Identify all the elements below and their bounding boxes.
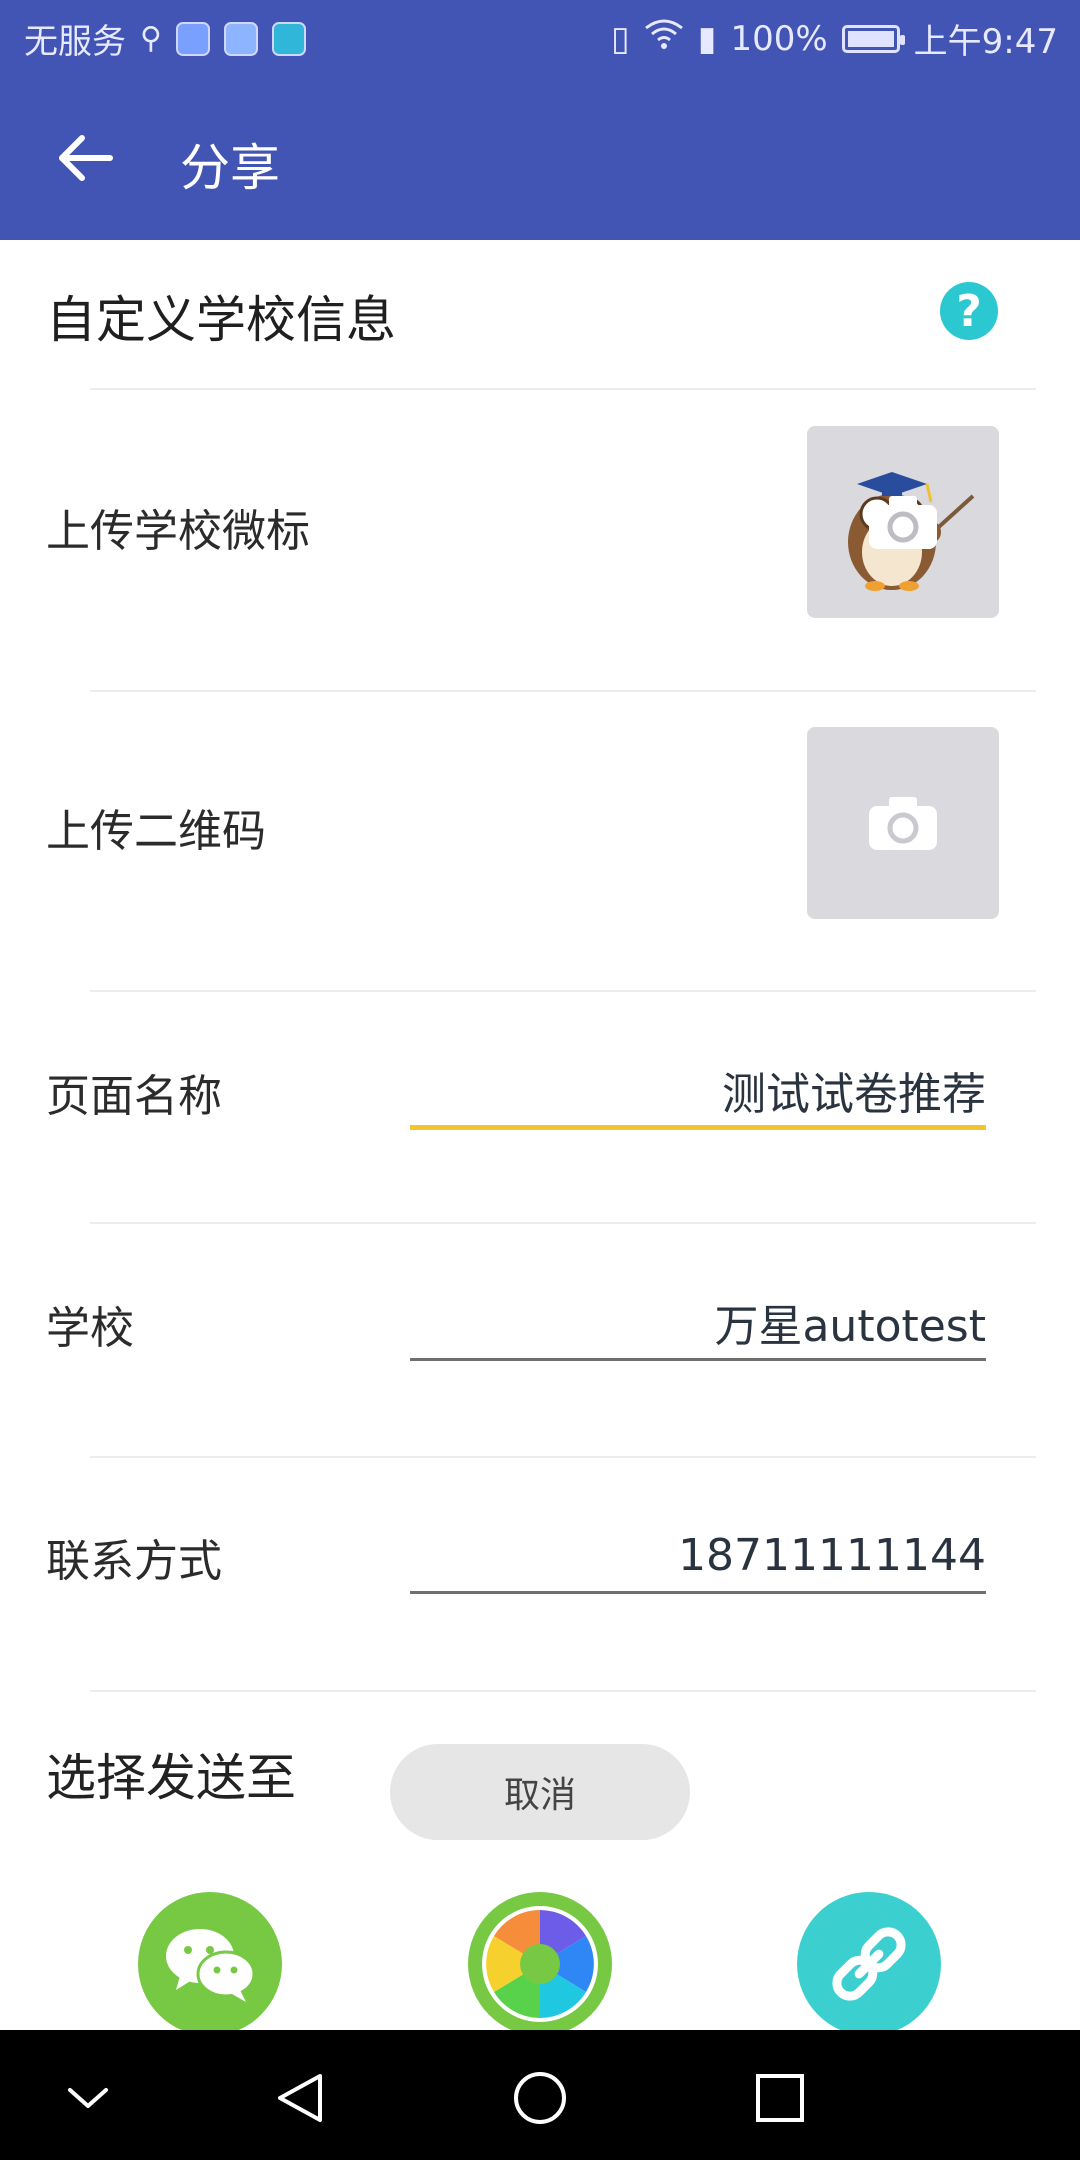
help-button[interactable]: ? [940,282,998,340]
nav-back-button[interactable] [260,2058,340,2138]
upload-logo-label: 上传学校微标 [46,506,310,557]
school-input[interactable] [410,1290,986,1354]
share-content: 自定义学校信息 ? 上传学校微标 上传二维码 页面名称 测试试卷推荐 学校 万星… [0,240,1080,2036]
wifi-icon [644,18,684,59]
back-arrow-icon [59,135,113,181]
nav-hide-button[interactable] [48,2058,128,2138]
school-underline [410,1358,986,1361]
time-text: 上午9:47 [913,22,1058,62]
send-to-label: 选择发送至 [46,1749,296,1807]
circle-home-icon [514,2072,566,2124]
cancel-button[interactable]: 取消 [390,1744,690,1840]
camera-icon [869,496,937,549]
upload-logo-tile[interactable] [807,426,999,618]
divider [90,990,1036,992]
upload-qr-tile[interactable] [807,727,999,919]
status-right: ▯ ▮ 100% 上午9:47 [611,14,1058,63]
page-name-input[interactable] [410,1058,986,1122]
camera-icon [869,797,937,850]
share-wechat-button[interactable] [138,1892,282,2036]
status-bar: 无服务 ⚲ ▯ ▮ 100% 上午9:47 [0,0,1080,72]
status-left: 无服务 ⚲ [24,14,306,63]
page-title: 分享 [180,139,280,197]
school-label: 学校 [46,1303,134,1354]
nav-home-button[interactable] [500,2058,580,2138]
book-notification-icon [271,21,306,56]
wechat-icon [166,1929,256,2002]
contact-label: 联系方式 [46,1536,222,1587]
help-icon: ? [956,285,982,337]
battery-icon [841,24,905,53]
moments-icon [482,1906,598,2022]
battery-percent: 100% [730,18,828,59]
divider [90,388,1036,390]
square-recents-icon [756,2074,804,2122]
system-nav-bar [0,2030,1080,2160]
back-button[interactable] [48,120,124,196]
triangle-back-icon [278,2074,322,2122]
contact-underline [410,1591,986,1594]
share-link-button[interactable] [797,1892,941,2036]
share-moments-button[interactable] [468,1892,612,2036]
divider [90,1690,1036,1692]
usb-icon: ⚲ [140,21,162,56]
page-name-underline [410,1125,986,1130]
app-bar: 无服务 ⚲ ▯ ▮ 100% 上午9:47 分享 [0,0,1080,240]
vibrate-icon: ▯ [611,18,630,59]
chevron-down-icon [68,2088,108,2108]
music-notification-icon [223,21,258,56]
page-name-label: 页面名称 [46,1071,222,1122]
divider [90,690,1036,692]
divider [90,1456,1036,1458]
link-icon [832,1927,906,2001]
nav-recents-button[interactable] [740,2058,820,2138]
divider [90,1222,1036,1224]
contact-input[interactable] [410,1523,986,1587]
carrier-text: 无服务 [24,22,126,62]
upload-qr-label: 上传二维码 [46,806,266,857]
app-notification-icon [175,21,210,56]
sim-alert-icon: ▮ [697,18,717,59]
section-title: 自定义学校信息 [46,291,396,349]
